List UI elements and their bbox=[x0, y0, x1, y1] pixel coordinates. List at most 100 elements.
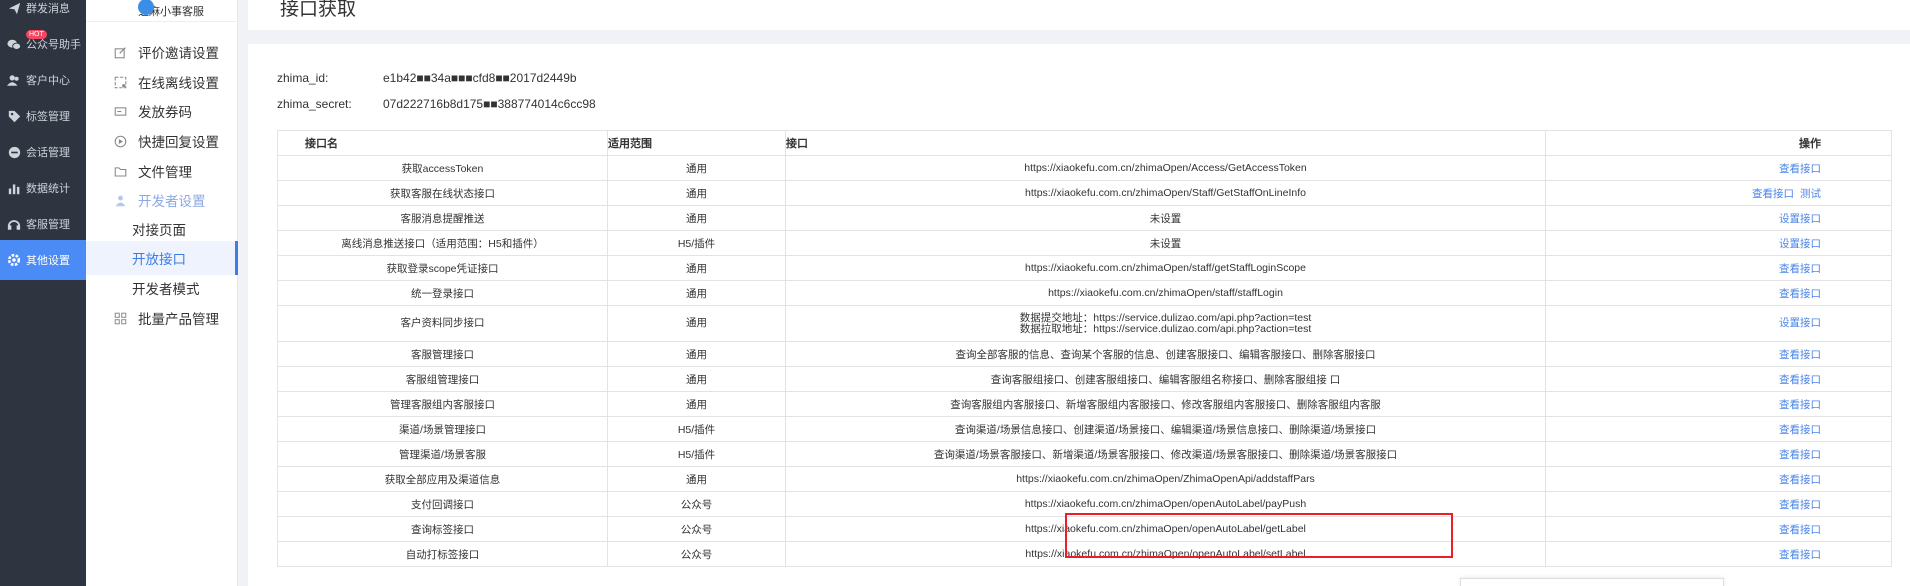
nav-item-staff-management[interactable]: 客服管理 bbox=[0, 204, 86, 244]
table-row: 客服消息提醒推送 通用 未设置 设置接口 bbox=[277, 205, 1892, 231]
nav-item-label: 客服管理 bbox=[26, 219, 70, 231]
api-name-cell: 管理客服组内客服接口 bbox=[277, 391, 608, 417]
api-endpoint-cell: 数据提交地址：https://service.dulizao.com/api.p… bbox=[785, 305, 1546, 342]
view-api-link[interactable]: 查看接口 bbox=[1779, 524, 1821, 536]
api-name-cell: 获取登录scope凭证接口 bbox=[277, 255, 608, 281]
view-api-link[interactable]: 查看接口 bbox=[1779, 163, 1821, 175]
api-endpoint-cell: https://xiaokefu.com.cn/zhimaOpen/Access… bbox=[785, 155, 1546, 181]
folder-icon bbox=[112, 163, 128, 179]
view-api-link[interactable]: 查看接口 bbox=[1779, 399, 1821, 411]
view-api-link[interactable]: 查看接口 bbox=[1779, 374, 1821, 386]
nav-item-other-settings[interactable]: 其他设置 bbox=[0, 240, 86, 280]
api-name-cell: 客服组管理接口 bbox=[277, 366, 608, 392]
table-row: 获取登录scope凭证接口 通用 https://xiaokefu.com.cn/z… bbox=[277, 255, 1892, 281]
view-api-link[interactable]: 查看接口 bbox=[1779, 474, 1821, 486]
view-api-link[interactable]: 查看接口 bbox=[1779, 349, 1821, 361]
table-row: 客服管理接口 通用 查询全部客服的信息、查询某个客服的信息、创建客服接口、编辑客服接… bbox=[277, 341, 1892, 367]
reply-icon bbox=[112, 133, 128, 149]
api-ops-cell: 查看接口 bbox=[1545, 441, 1892, 467]
api-ops-cell: 查看接口 bbox=[1545, 280, 1892, 306]
table-row: 获取accessToken 通用 https://xiaokefu.com.cn/z… bbox=[277, 155, 1892, 181]
api-endpoint-cell: https://xiaokefu.com.cn/zhimaOpen/openAu… bbox=[785, 541, 1546, 567]
send-icon bbox=[6, 0, 22, 16]
table-row: 支付回调接口 公众号 https://xiaokefu.com.cn/zhimaOp… bbox=[277, 491, 1892, 517]
api-name-cell: 客服消息提醒推送 bbox=[277, 205, 608, 231]
api-scope-cell: 通用 bbox=[607, 180, 786, 206]
api-ops-cell: 查看接口 bbox=[1545, 541, 1892, 567]
zhima-id-value: e1b42■■34a■■■cfd8■■2017d2449b bbox=[383, 71, 577, 85]
table-row: 管理渠道/场景客服 H5/插件 查询渠道/场景客服接口、新增渠道/场景客服接口、修改… bbox=[277, 441, 1892, 467]
api-ops-cell: 查看接口 bbox=[1545, 516, 1892, 542]
sub-item-label: 文件管理 bbox=[138, 165, 192, 180]
api-endpoint-cell: 查询客服组接口、创建客服组接口、编辑客服组名称接口、删除客服组接 口 bbox=[785, 366, 1546, 392]
view-api-link[interactable]: 查看接口 bbox=[1779, 499, 1821, 511]
nav-item-label: 数据统计 bbox=[26, 183, 70, 195]
api-scope-cell: 通用 bbox=[607, 366, 786, 392]
view-api-link[interactable]: 查看接口 bbox=[1779, 549, 1821, 561]
sub-item-batch-products[interactable]: 批量产品管理 bbox=[86, 301, 238, 335]
api-submit-url: 数据提交地址：https://service.dulizao.com/api.p… bbox=[1019, 311, 1312, 324]
nav-item-session-management[interactable]: 会话管理 bbox=[0, 132, 86, 172]
tag-icon bbox=[6, 108, 22, 124]
api-scope-cell: 公众号 bbox=[607, 516, 786, 542]
api-scope-cell: H5/插件 bbox=[607, 230, 786, 256]
sub-item-label: 批量产品管理 bbox=[138, 312, 219, 327]
col-header-scope: 适用范围 bbox=[607, 130, 786, 156]
api-name-cell: 查询标签接口 bbox=[277, 516, 608, 542]
view-api-link[interactable]: 查看接口 bbox=[1779, 424, 1821, 436]
api-name-cell: 离线消息推送接口（适用范围：H5和插件） bbox=[277, 230, 608, 256]
api-scope-cell: 通用 bbox=[607, 466, 786, 492]
nav-item-customer-center[interactable]: 客户中心 bbox=[0, 60, 86, 100]
api-scope-cell: 公众号 bbox=[607, 541, 786, 567]
sub-item-coupons[interactable]: 发放券码 bbox=[86, 94, 238, 128]
view-api-link[interactable]: 查看接口 bbox=[1779, 263, 1821, 275]
view-api-link[interactable]: 查看接口 bbox=[1779, 288, 1821, 300]
view-api-link[interactable]: 查看接口 bbox=[1779, 449, 1821, 461]
api-scope-cell: 通用 bbox=[607, 280, 786, 306]
set-api-link[interactable]: 设置接口 bbox=[1779, 238, 1821, 250]
sub-item-rating-invite[interactable]: 评价邀请设置 bbox=[86, 35, 238, 69]
test-link[interactable]: 测试 bbox=[1800, 188, 1821, 200]
table-row: 查询标签接口 公众号 https://xiaokefu.com.cn/zhimaOp… bbox=[277, 516, 1892, 542]
api-name-cell: 渠道/场景管理接口 bbox=[277, 416, 608, 442]
table-row: 统一登录接口 通用 https://xiaokefu.com.cn/zhimaOpe… bbox=[277, 280, 1892, 306]
sub-item-quick-reply[interactable]: 快捷回复设置 bbox=[86, 124, 238, 158]
api-pull-url: 数据拉取地址：https://service.dulizao.com/api.p… bbox=[1019, 322, 1312, 335]
api-endpoint-cell: https://xiaokefu.com.cn/zhimaOpen/openAu… bbox=[785, 491, 1546, 517]
nav-item-official-account[interactable]: HOT 公众号助手 bbox=[0, 24, 86, 64]
col-header-api: 接口 bbox=[785, 130, 1546, 156]
set-api-link[interactable]: 设置接口 bbox=[1779, 317, 1821, 329]
api-scope-cell: 通用 bbox=[607, 305, 786, 342]
api-endpoint-cell: 查询渠道/场景信息接口、创建渠道/场景接口、编辑渠道/场景信息接口、删除渠道/场… bbox=[785, 416, 1546, 442]
developer-icon bbox=[112, 192, 128, 208]
set-api-link[interactable]: 设置接口 bbox=[1779, 213, 1821, 225]
nav-item-statistics[interactable]: 数据统计 bbox=[0, 168, 86, 208]
nav-item-label: 客户中心 bbox=[26, 75, 70, 87]
sub-item-open-api[interactable]: 开放接口 bbox=[86, 241, 238, 275]
api-name-cell: 客户资料同步接口 bbox=[277, 305, 608, 342]
sub-menu-brand: 芝麻小事客服 bbox=[86, 0, 238, 22]
zhima-secret-row: zhima_secret: 07d222716b8d175■■388774014c… bbox=[277, 97, 596, 111]
table-row: 获取客服在线状态接口 通用 https://xiaokefu.com.cn/zhim… bbox=[277, 180, 1892, 206]
chat-icon bbox=[6, 144, 22, 160]
table-row: 管理客服组内客服接口 通用 查询客服组内客服接口、新增客服组内客服接口、修改客服组内… bbox=[277, 391, 1892, 417]
nav-item-tag-management[interactable]: 标签管理 bbox=[0, 96, 86, 136]
api-name-cell: 统一登录接口 bbox=[277, 280, 608, 306]
api-ops-cell: 设置接口 bbox=[1545, 305, 1892, 342]
view-api-link[interactable]: 查看接口 bbox=[1752, 188, 1794, 200]
sub-item-developer-mode[interactable]: 开发者模式 bbox=[86, 271, 238, 305]
api-endpoint-cell: 未设置 bbox=[785, 205, 1546, 231]
api-ops-cell: 设置接口 bbox=[1545, 230, 1892, 256]
api-ops-cell: 设置接口 bbox=[1545, 205, 1892, 231]
sub-item-label: 发放券码 bbox=[138, 105, 192, 120]
main-nav: 群发消息 HOT 公众号助手 客户中心 标签管理 会话管理 数据统计 客服管理 bbox=[0, 0, 86, 586]
api-endpoint-cell: 未设置 bbox=[785, 230, 1546, 256]
api-scope-cell: 通用 bbox=[607, 155, 786, 181]
sub-item-label: 开放接口 bbox=[132, 252, 186, 267]
sub-item-label: 在线离线设置 bbox=[138, 76, 219, 91]
table-row: 客户资料同步接口 通用 数据提交地址：https://service.dulizao… bbox=[277, 305, 1892, 342]
api-endpoint-cell: 查询渠道/场景客服接口、新增渠道/场景客服接口、修改渠道/场景客服接口、删除渠道… bbox=[785, 441, 1546, 467]
api-ops-cell: 查看接口 bbox=[1545, 416, 1892, 442]
api-endpoint-cell: 查询客服组内客服接口、新增客服组内客服接口、修改客服组内客服接口、删除客服组内客… bbox=[785, 391, 1546, 417]
page-header: 接口获取 bbox=[248, 0, 1910, 30]
